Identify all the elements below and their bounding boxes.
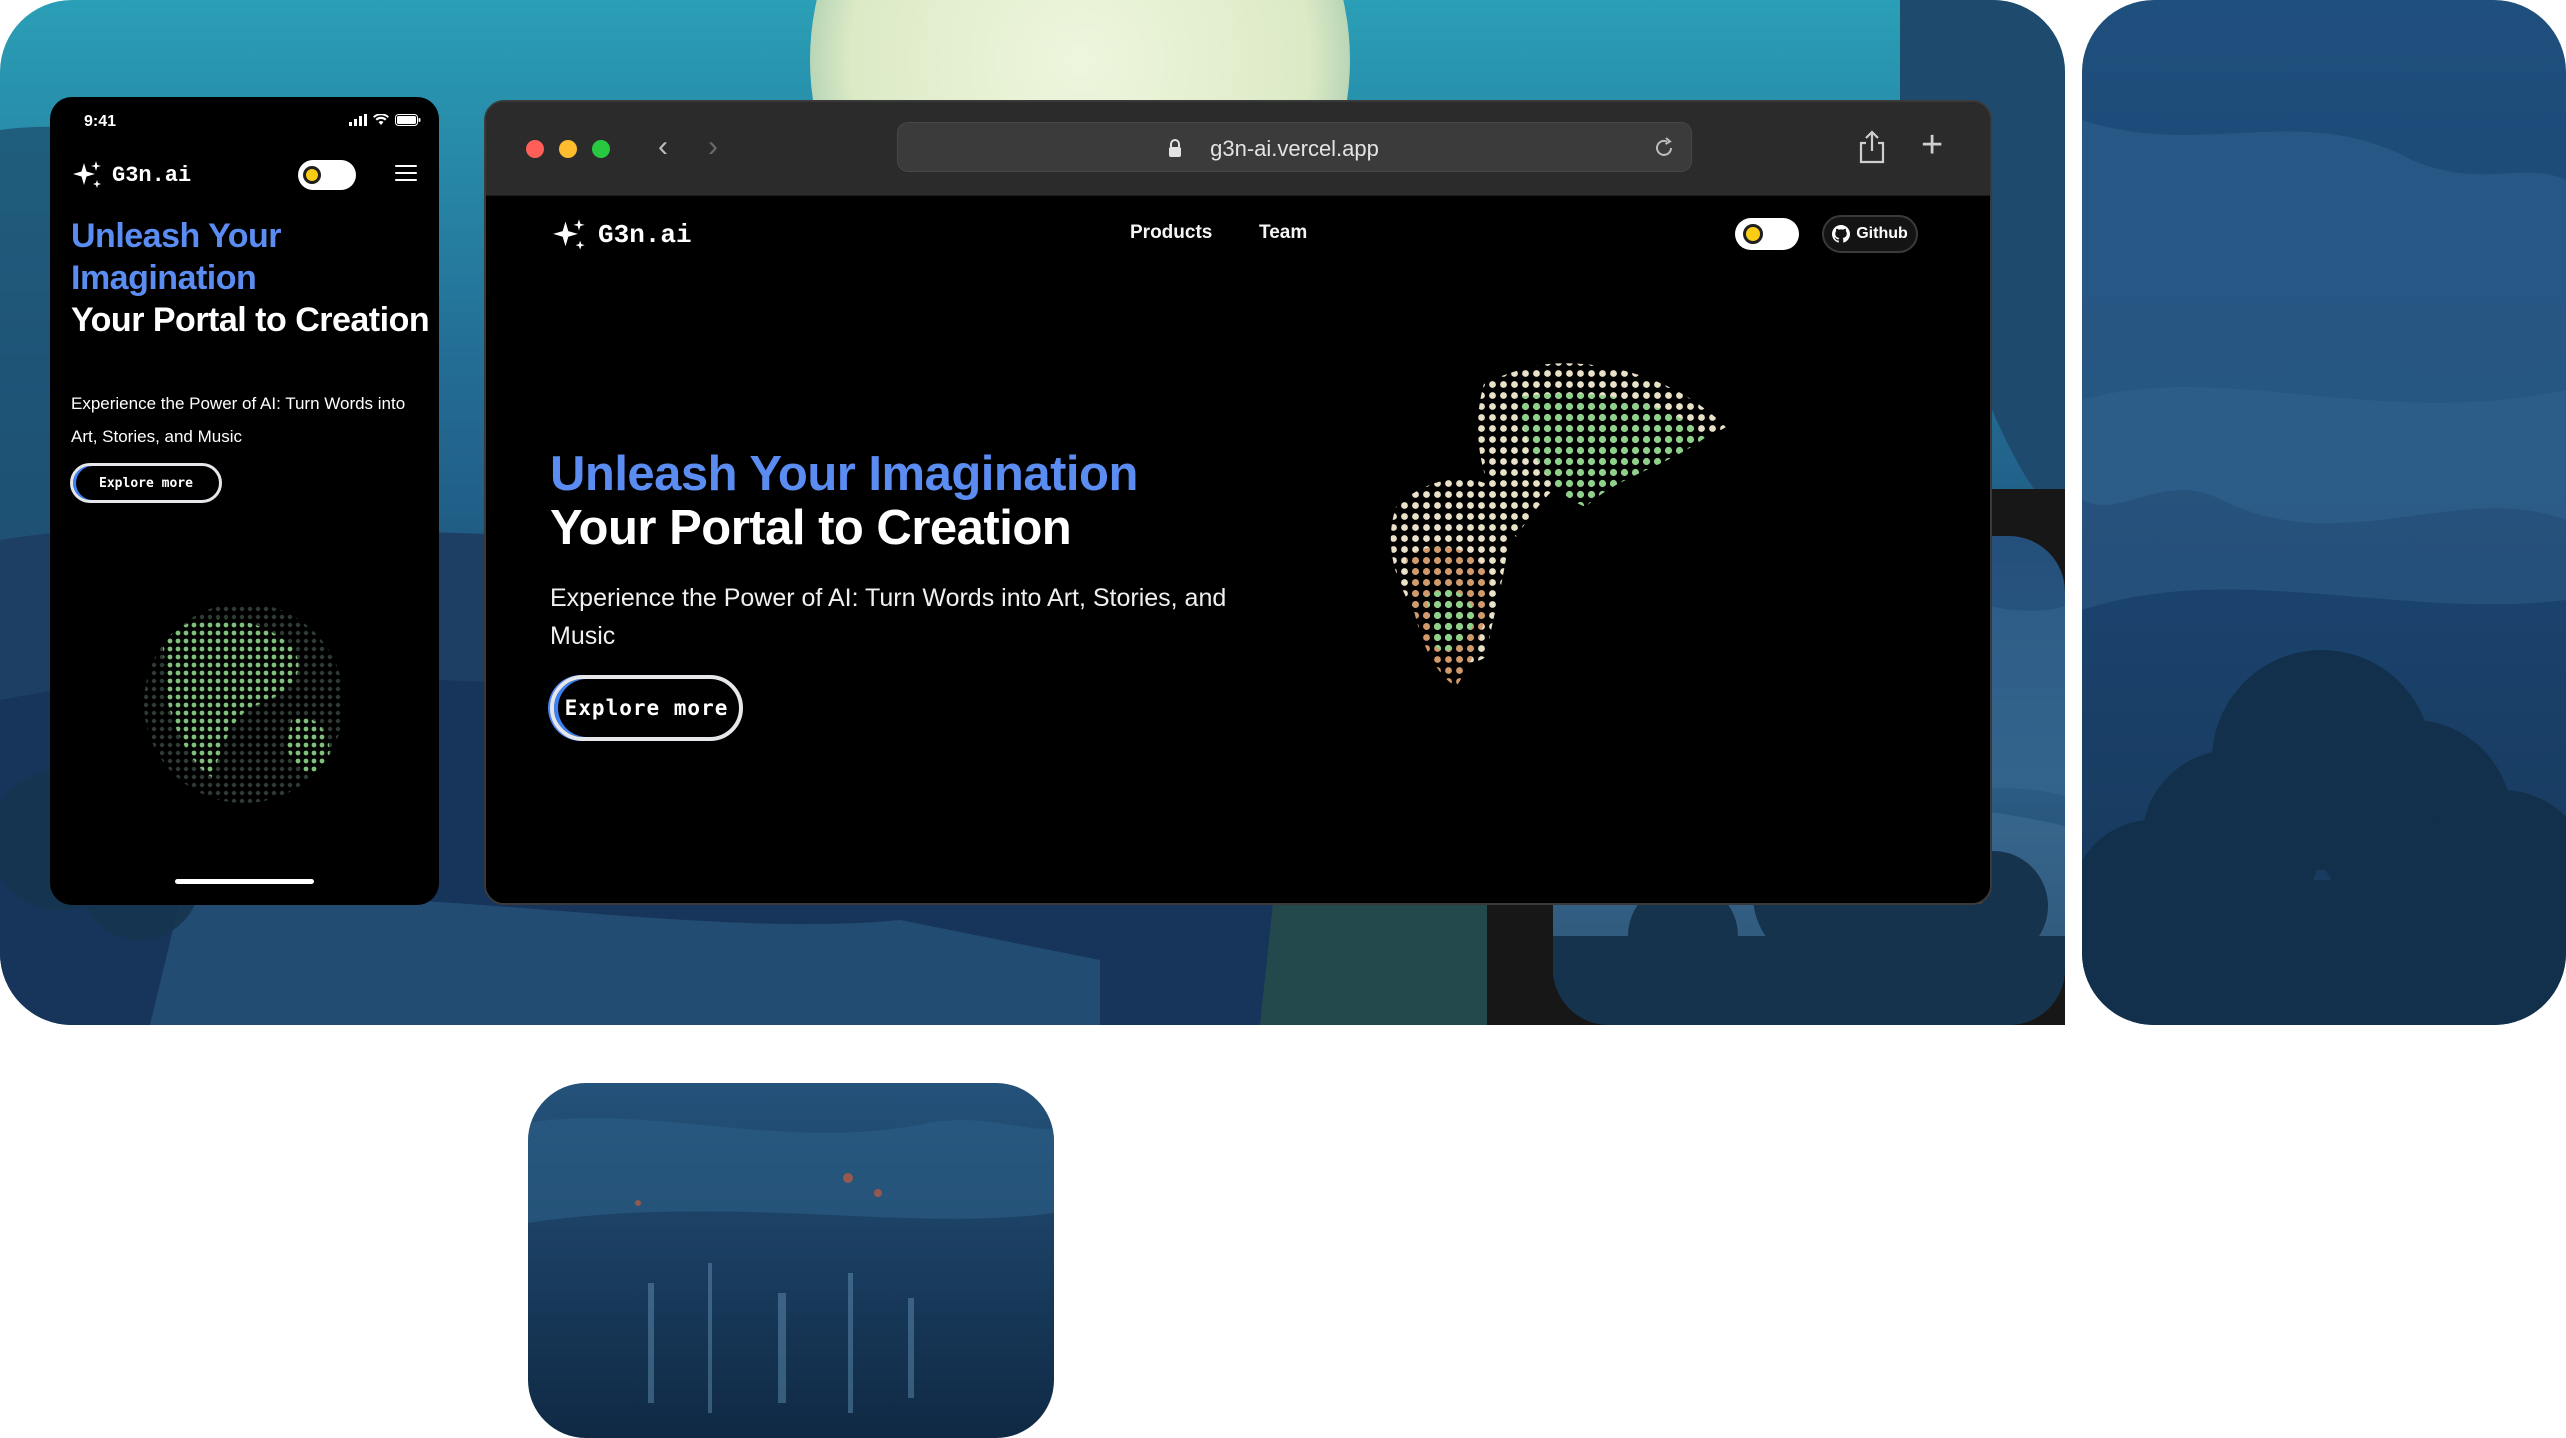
wifi-icon — [373, 114, 389, 125]
battery-icon — [395, 114, 421, 126]
new-tab-icon[interactable]: + — [1921, 125, 1943, 165]
share-icon[interactable] — [1857, 129, 1887, 165]
status-bar: 9:41 — [50, 97, 439, 143]
nav-link-team[interactable]: Team — [1259, 222, 1307, 244]
github-button[interactable]: Github — [1822, 215, 1918, 253]
github-label: Github — [1856, 225, 1908, 242]
reload-icon[interactable] — [1651, 135, 1677, 161]
forward-arrow-icon[interactable]: › — [708, 132, 718, 162]
headline-accent: Unleash Your Imagination — [550, 447, 1138, 501]
brand-logo[interactable]: G3n.ai — [552, 217, 692, 253]
sun-icon — [1743, 224, 1763, 244]
close-window-button[interactable] — [526, 140, 544, 158]
website-viewport: G3n.ai Products Team Github Unleash Your… — [486, 197, 1990, 903]
brand-name: G3n.ai — [598, 220, 692, 250]
phone-headline-main: Your Portal to Creation — [71, 301, 430, 339]
hamburger-menu-icon[interactable] — [395, 165, 417, 183]
sparkles-icon — [73, 161, 101, 188]
phone-headline-accent: Unleash Your Imagination — [71, 217, 282, 297]
hero-headline: Unleash Your Imagination Your Portal to … — [550, 447, 1138, 555]
phone-hero-subtitle: Experience the Power of AI: Turn Words i… — [71, 394, 406, 446]
home-indicator — [175, 879, 314, 884]
signal-icon — [349, 114, 367, 126]
sun-icon — [303, 166, 321, 184]
landscape-tile-water — [528, 1083, 1054, 1438]
nav-link-products[interactable]: Products — [1130, 222, 1212, 244]
phone-globe-illustration — [144, 603, 344, 803]
minimize-window-button[interactable] — [559, 140, 577, 158]
phone-theme-toggle[interactable] — [298, 160, 356, 190]
phone-brand-name: G3n.ai — [112, 162, 192, 188]
sparkles-icon — [553, 219, 585, 250]
landscape-panel-right — [2082, 0, 2566, 1025]
phone-hero-headline: Unleash Your Imagination Your Portal to … — [71, 215, 431, 341]
status-icons — [349, 114, 421, 126]
status-time: 9:41 — [84, 113, 117, 130]
github-icon — [1832, 225, 1851, 243]
headline-main: Your Portal to Creation — [550, 501, 1072, 555]
phone-mockup: 9:41 G3n.ai Unleash Your Imagination You… — [50, 97, 439, 905]
hero-subtitle: Experience the Power of AI: Turn Words i… — [550, 584, 1227, 650]
browser-window: ‹ › g3n-ai.vercel.app + G3n.ai Products … — [484, 100, 1992, 905]
phone-explore-button[interactable]: Explore more — [70, 463, 222, 503]
browser-toolbar: ‹ › g3n-ai.vercel.app + — [486, 102, 1990, 196]
showcase-canvas: 9:41 G3n.ai Unleash Your Imagination You… — [0, 0, 2566, 1438]
explore-more-button[interactable]: Explore more — [550, 675, 743, 741]
back-arrow-icon[interactable]: ‹ — [658, 132, 668, 162]
address-bar[interactable]: g3n-ai.vercel.app — [897, 122, 1692, 172]
globe-illustration — [1390, 363, 1726, 687]
url-text: g3n-ai.vercel.app — [1210, 136, 1379, 161]
theme-toggle[interactable] — [1735, 218, 1799, 250]
maximize-window-button[interactable] — [592, 140, 610, 158]
phone-brand-logo[interactable]: G3n.ai — [72, 159, 191, 191]
